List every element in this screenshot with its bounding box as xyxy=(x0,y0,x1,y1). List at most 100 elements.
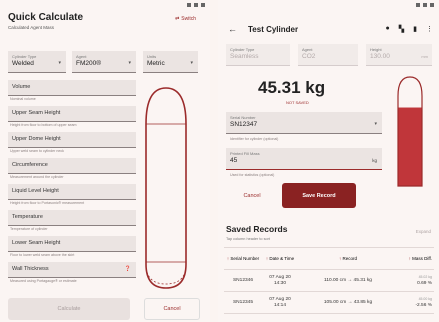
saved-records-title: Saved Records xyxy=(226,224,288,234)
palette-icon[interactable]: ● xyxy=(386,25,390,33)
agent-label: Agent xyxy=(76,54,87,59)
height-value: 130.00 xyxy=(370,53,390,60)
input-circumference[interactable]: Circumference xyxy=(8,158,136,174)
field-help-text: Measurement around the cylinder xyxy=(10,175,64,179)
field-label: Upper Dome Height xyxy=(12,136,61,142)
help-icon[interactable]: ❓ xyxy=(125,266,131,272)
printed-fill-mass-value: 45 xyxy=(230,157,238,164)
printed-fill-mass-input[interactable]: Printed Fill Mass 45 kg xyxy=(226,148,382,170)
more-icon[interactable]: ⋮ xyxy=(426,25,433,33)
field-label: Circumference xyxy=(12,162,48,168)
field-label: Liquid Level Height xyxy=(12,188,59,194)
input-volume[interactable]: Volume xyxy=(8,80,136,96)
cylinder-diagram xyxy=(145,87,187,289)
back-arrow-icon[interactable]: ← xyxy=(228,24,237,34)
expand-button[interactable]: Expand xyxy=(416,229,431,234)
cancel-button[interactable]: Cancel xyxy=(232,185,272,207)
save-record-button[interactable]: Save Record xyxy=(282,183,356,208)
serial-number-help: Identifier for cylinder (optional) xyxy=(230,137,279,141)
page-title: Test Cylinder xyxy=(248,25,299,34)
field-help-text: Nominal volume xyxy=(10,97,36,101)
sort-mass-diff-header[interactable]: ↑ Mass Diff. xyxy=(398,256,432,261)
time-value: 14:30 xyxy=(273,280,286,286)
sort-hint: Tap column header to sort xyxy=(226,237,270,241)
printed-fill-mass-unit: kg xyxy=(372,158,377,163)
record-header-label: Record xyxy=(342,256,358,261)
input-upper-seam-height[interactable]: Upper Seam Height xyxy=(8,106,136,122)
cylinder-type-field: Cylinder Type Seamless xyxy=(226,44,290,66)
agent-select[interactable]: Agent FM200® ▾ xyxy=(72,51,136,73)
agent-label: Agent xyxy=(302,47,313,52)
input-liquid-level-height[interactable]: Liquid Level Height xyxy=(8,184,136,200)
field-help-text: Measured using Portagauge® or estimate xyxy=(10,279,77,283)
delete-icon[interactable]: ▮ xyxy=(413,25,417,33)
record-cell: 105.00 cm → 43.85 kg xyxy=(323,300,373,305)
agent-value: CO2 xyxy=(302,53,316,60)
height-label: Height xyxy=(370,47,382,52)
table-row[interactable]: SN12346 07 Aug 20 14:30 110.00 cm → 45.3… xyxy=(224,270,434,292)
serial-cell: SN12345 xyxy=(232,300,253,305)
chevron-down-icon: ▾ xyxy=(128,60,131,66)
height-unit: mm xyxy=(421,54,428,59)
cylinder-type-label: Cylinder Type xyxy=(230,47,255,52)
cylinder-type-value: Seamless xyxy=(230,53,259,60)
printed-fill-mass-label: Printed Fill Mass xyxy=(230,151,260,156)
page-subtitle: Calculated Agent Mass xyxy=(8,25,55,30)
time-value: 14:14 xyxy=(273,302,286,308)
save-icon[interactable]: ▚ xyxy=(399,25,404,33)
cancel-button[interactable]: Cancel xyxy=(144,298,200,320)
units-label: Units xyxy=(147,54,157,59)
date-cell: 07 Aug 20 14:30 xyxy=(262,275,298,286)
agent-field: Agent CO2 xyxy=(298,44,358,66)
printed-fill-mass-help: Used for statistics (optional) xyxy=(230,173,275,177)
serial-number-select[interactable]: Serial Number SN12347 ▾ xyxy=(226,112,382,134)
status-bar xyxy=(218,0,439,9)
sort-record-header[interactable]: ↑ Record xyxy=(298,256,398,261)
sort-serial-header[interactable]: ↑ Serial Number xyxy=(224,256,262,261)
input-lower-seam-height[interactable]: Lower Seam Height xyxy=(8,236,136,252)
record-cell: 110.00 cm → 45.31 kg xyxy=(324,278,372,283)
field-help-text: Height from floor to bottom of upper sea… xyxy=(10,123,77,127)
chevron-down-icon: ▾ xyxy=(374,121,377,127)
page-title: Quick Calculate xyxy=(8,12,84,23)
field-label: Wall Thickness xyxy=(12,266,49,272)
switch-label: Switch xyxy=(181,16,196,22)
mass-value: 45.31 kg xyxy=(258,78,326,97)
input-wall-thickness[interactable]: Wall Thickness ❓ xyxy=(8,262,136,278)
status-bar xyxy=(0,0,210,9)
date-header-label: Date & Time xyxy=(269,256,295,261)
field-help-text: Upper weld seam to cylinder neck xyxy=(10,149,64,153)
calculate-button[interactable]: Calculate xyxy=(8,298,130,320)
input-upper-dome-height[interactable]: Upper Dome Height xyxy=(8,132,136,148)
serial-number-label: Serial Number xyxy=(230,115,256,120)
quick-calculate-screen: Quick Calculate Calculated Agent Mass ⇄ … xyxy=(0,0,210,322)
mass-diff-cell: 45.00 kg -2.56 % xyxy=(398,297,432,308)
records-table: ↑ Serial Number ↑ Date & Time ↑ Record ↑… xyxy=(224,247,434,314)
cylinder-type-value: Welded xyxy=(12,60,34,67)
field-label: Lower Seam Height xyxy=(12,240,61,246)
units-select[interactable]: Units Metric ▾ xyxy=(143,51,198,73)
date-cell: 07 Aug 20 14:14 xyxy=(262,297,298,308)
field-label: Volume xyxy=(12,84,31,90)
fill-level-gauge xyxy=(397,76,423,187)
chevron-down-icon: ▾ xyxy=(58,60,61,66)
field-help-text: Floor to lower weld seam above the skirt xyxy=(10,253,75,257)
mass-diff-header-label: Mass Diff. xyxy=(412,256,432,261)
input-temperature[interactable]: Temperature xyxy=(8,210,136,226)
switch-button[interactable]: ⇄ Switch xyxy=(175,16,196,22)
test-cylinder-screen: ← Test Cylinder ● ▚ ▮ ⋮ Cylinder Type Se… xyxy=(218,0,439,322)
cylinder-type-label: Cylinder Type xyxy=(12,54,37,59)
cylinder-type-select[interactable]: Cylinder Type Welded ▾ xyxy=(8,51,66,73)
serial-number-value: SN12347 xyxy=(230,121,258,128)
mass-diff-cell: 45.02 kg 0.69 % xyxy=(398,275,432,286)
mass-diff-value: 0.69 % xyxy=(417,280,432,286)
height-field: Height 130.00 mm xyxy=(366,44,432,66)
sort-date-header[interactable]: ↑ Date & Time xyxy=(262,256,298,261)
serial-cell: SN12346 xyxy=(232,278,253,283)
chevron-down-icon: ▾ xyxy=(190,60,193,66)
swap-icon: ⇄ xyxy=(175,16,180,22)
not-saved-badge: NOT SAVED xyxy=(286,100,309,105)
serial-header-label: Serial Number xyxy=(230,256,260,261)
mass-diff-value: -2.56 % xyxy=(415,302,432,308)
table-row[interactable]: SN12345 07 Aug 20 14:14 105.00 cm → 43.8… xyxy=(224,292,434,314)
